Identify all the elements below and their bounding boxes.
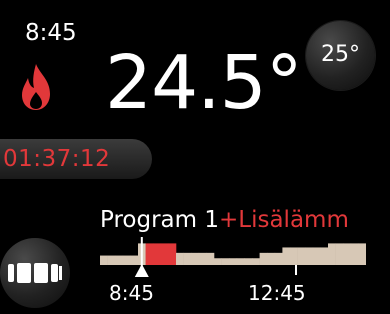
schedule-bar [100, 255, 108, 265]
schedule-bar [236, 258, 245, 265]
timer-pill[interactable]: 01:37:12 [0, 139, 152, 179]
schedule-bar [343, 243, 352, 265]
schedule-bar [122, 255, 131, 265]
schedule-bar [312, 247, 321, 265]
mode-button[interactable] [0, 238, 70, 308]
time-label-next: 12:45 [248, 281, 306, 305]
setpoint-value: 25° [321, 42, 360, 67]
schedule-bar [335, 243, 344, 265]
schedule-bar [214, 258, 222, 265]
clock: 8:45 [25, 20, 77, 46]
current-time-marker-icon [134, 264, 149, 277]
program-extra: +Lisälämm [219, 207, 349, 233]
schedule-bar [274, 252, 283, 265]
schedule-bar [252, 258, 260, 265]
schedule-bar [168, 243, 177, 265]
schedule-bar [115, 255, 124, 265]
schedule-bar [107, 255, 116, 265]
schedule-bar [282, 247, 291, 265]
schedule-bar [130, 255, 139, 265]
schedule-bar [244, 258, 253, 265]
flame-icon [22, 64, 50, 110]
program-label[interactable]: Program 1+Lisälämm [100, 207, 349, 233]
schedule-bar [320, 247, 329, 265]
schedule-bar [160, 243, 169, 265]
schedule-bar [198, 252, 207, 265]
schedule-bar [153, 243, 162, 265]
schedule-bar [328, 243, 336, 265]
schedule-bar [221, 258, 230, 265]
schedule-bar [267, 252, 276, 265]
schedule-bar [145, 243, 154, 265]
program-name: Program 1 [100, 207, 219, 233]
schedule-bar [259, 252, 268, 265]
schedule-bar [350, 243, 359, 265]
schedule-bar [191, 252, 200, 265]
setpoint-button[interactable]: 25° [306, 21, 375, 90]
time-label-current: 8:45 [109, 281, 154, 305]
schedule-bar [358, 243, 366, 265]
schedule-bar [305, 247, 314, 265]
schedule-bar [183, 252, 192, 265]
schedule-bar [297, 247, 306, 265]
current-temperature: 24.5° [105, 40, 303, 126]
timer-value: 01:37:12 [3, 146, 111, 172]
schedule-bar [229, 258, 238, 265]
schedule-bar [206, 252, 215, 265]
mode-blocks-icon [8, 263, 62, 283]
schedule-bar [176, 252, 184, 265]
schedule-bar [290, 247, 298, 265]
